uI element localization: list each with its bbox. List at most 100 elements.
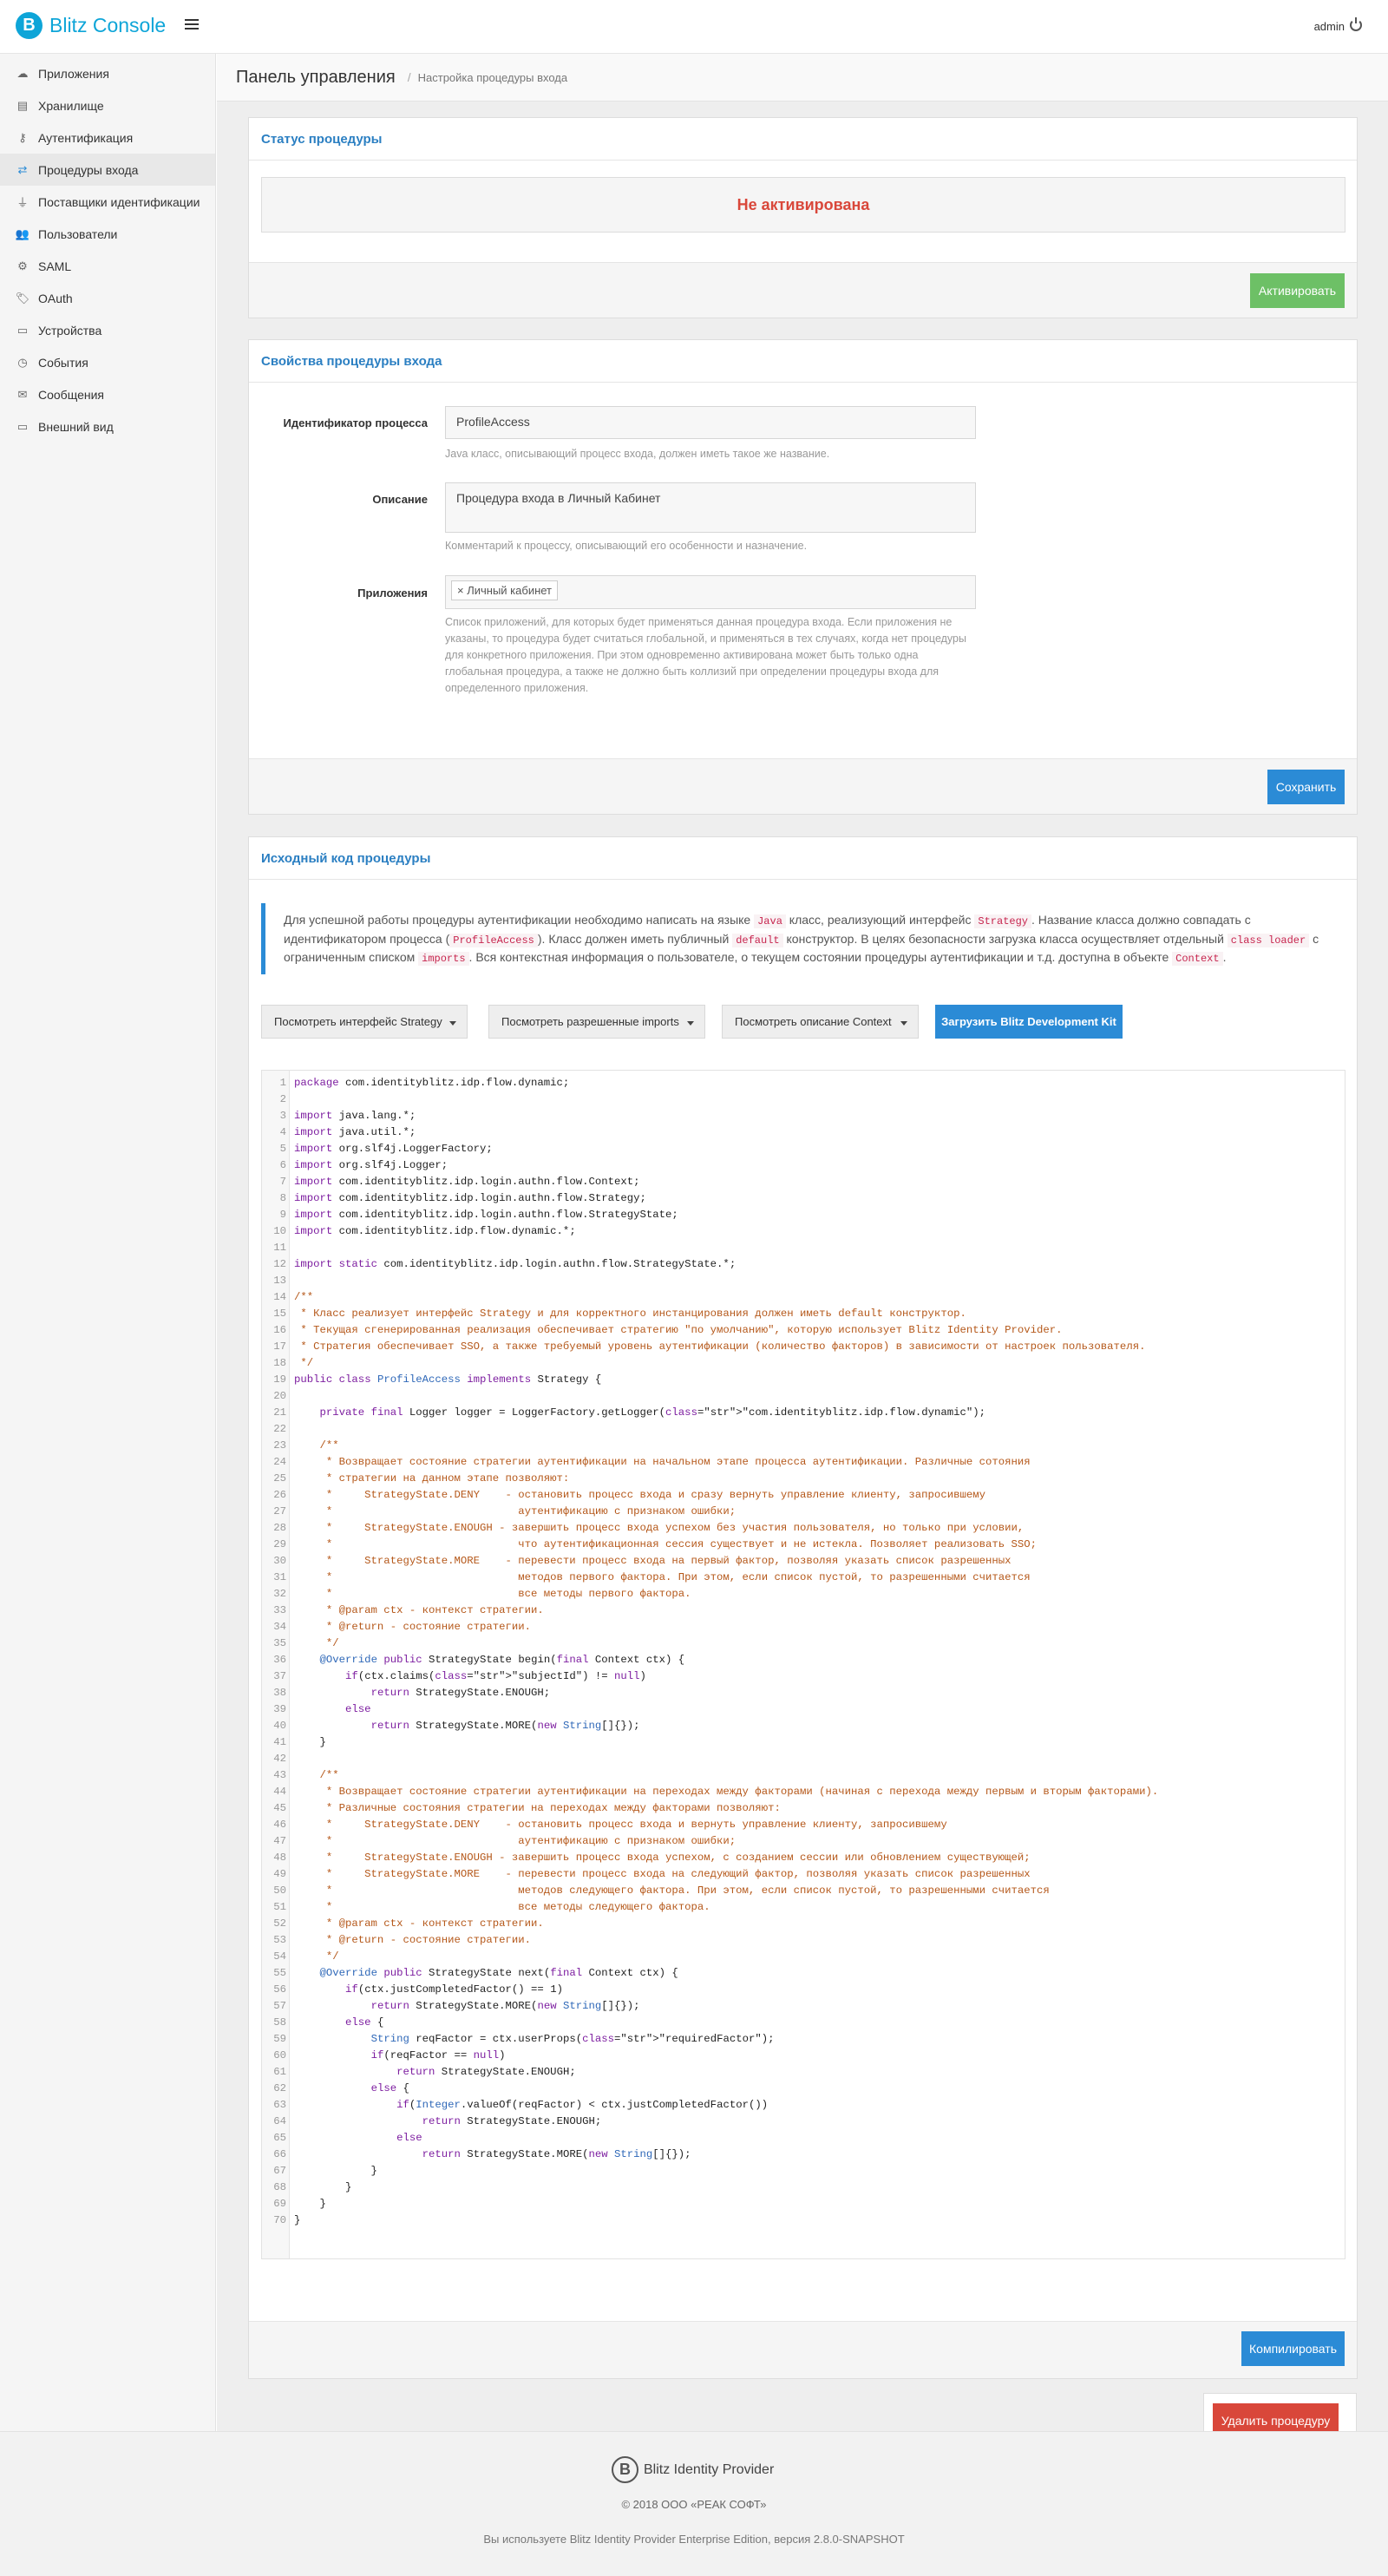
hamburger-menu-icon[interactable] (185, 19, 199, 29)
code-line[interactable]: 40 return StrategyState.MORE(new String[… (273, 1718, 1345, 1734)
code-line[interactable]: 62 else { (273, 2081, 1345, 2097)
sidebar-item[interactable]: ☁ Приложения (0, 57, 215, 89)
code-line[interactable]: 9 import com.identityblitz.idp.login.auth… (280, 1207, 1345, 1223)
code-line[interactable]: 19 public class ProfileAccess implements … (273, 1372, 1345, 1388)
code-line[interactable]: 60 if(reqFactor == null) (273, 2048, 1345, 2064)
code-line[interactable]: 55 @Override public StrategyState next(f… (273, 1965, 1345, 1982)
code-line[interactable]: 1 package com.identityblitz.idp.flow.dyna… (280, 1075, 1345, 1091)
code-line[interactable]: 63 if(Integer.valueOf(reqFactor) < ctx.j… (273, 2097, 1345, 2114)
save-button[interactable]: Сохранить (1267, 770, 1345, 804)
sidebar-item[interactable]: ✉ Сообщения (0, 378, 215, 410)
code-line[interactable]: 47 * аутентификацию с признаком ошибки; (273, 1833, 1345, 1850)
code-line[interactable]: 17 * Стратегия обеспечивает SSO, а также… (273, 1339, 1345, 1355)
code-line[interactable]: 2 (280, 1091, 1345, 1108)
code-line[interactable]: 21 private final Logger logger = LoggerF… (273, 1405, 1345, 1421)
code-line[interactable]: 8 import com.identityblitz.idp.login.auth… (280, 1190, 1345, 1207)
view-strategy-dropdown[interactable]: Посмотреть интерфейс Strategy (261, 1005, 468, 1039)
code-line[interactable]: 26 * StrategyState.DENY - остановить про… (273, 1487, 1345, 1504)
download-devkit-button[interactable]: Загрузить Blitz Development Kit (935, 1005, 1123, 1039)
code-line[interactable]: 67 } (273, 2163, 1345, 2179)
compile-button[interactable]: Компилировать (1241, 2331, 1345, 2366)
code-line[interactable]: 49 * StrategyState.MORE - перевести проц… (273, 1866, 1345, 1883)
code-line[interactable]: 32 * все методы первого фактора. (273, 1586, 1345, 1603)
sidebar-item[interactable]: ⚷ Аутентификация (0, 121, 215, 154)
code-line[interactable]: 31 * методов первого фактора. При этом, … (273, 1570, 1345, 1586)
code-line[interactable]: 46 * StrategyState.DENY - остановить про… (273, 1817, 1345, 1833)
app-logo[interactable]: B Blitz Console (16, 12, 166, 39)
user-name[interactable]: admin (1314, 20, 1345, 33)
code-line[interactable]: 59 String reqFactor = ctx.userProps(clas… (273, 2031, 1345, 2048)
code-line[interactable]: 45 * Различные состояния стратегии на пе… (273, 1800, 1345, 1817)
code-line[interactable]: 70} (273, 2212, 1345, 2229)
code-text[interactable]: 1 package com.identityblitz.idp.flow.dyna… (273, 1075, 1345, 2229)
application-tag[interactable]: × Личный кабинет (451, 580, 559, 600)
code-line[interactable]: 61 return StrategyState.ENOUGH; (273, 2064, 1345, 2081)
code-line[interactable]: 7 import com.identityblitz.idp.login.auth… (280, 1174, 1345, 1190)
code-line[interactable]: 50 * методов следующего фактора. При это… (273, 1883, 1345, 1899)
code-line[interactable]: 15 * Класс реализует интерфейс Strategy … (273, 1306, 1345, 1322)
sidebar-item[interactable]: ▭ Внешний вид (0, 410, 215, 442)
sidebar-item[interactable]: ▭ Устройства (0, 314, 215, 346)
code-line[interactable]: 5 import org.slf4j.LoggerFactory; (280, 1141, 1345, 1157)
code-line[interactable]: 35 */ (273, 1635, 1345, 1652)
code-line[interactable]: 27 * аутентификацию с признаком ошибки; (273, 1504, 1345, 1520)
process-id-field[interactable]: ProfileAccess (445, 406, 976, 439)
code-line[interactable]: 53 * @return - состояние стратегии. (273, 1932, 1345, 1949)
sidebar-item[interactable]: ⇄ Процедуры входа (0, 154, 215, 186)
code-line[interactable]: 41 } (273, 1734, 1345, 1751)
code-line[interactable]: 12 import static com.identityblitz.idp.lo… (273, 1256, 1345, 1273)
code-line[interactable]: 28 * StrategyState.ENOUGH - завершить пр… (273, 1520, 1345, 1537)
code-line[interactable]: 20 (273, 1388, 1345, 1405)
code-line[interactable]: 58 else { (273, 2015, 1345, 2031)
code-line[interactable]: 66 return StrategyState.MORE(new String[… (273, 2147, 1345, 2163)
view-context-dropdown[interactable]: Посмотреть описание Context (722, 1005, 919, 1039)
code-line[interactable]: 52 * @param ctx - контекст стратегии. (273, 1916, 1345, 1932)
code-line[interactable]: 6 import org.slf4j.Logger; (280, 1157, 1345, 1174)
code-line[interactable]: 25 * стратегии на данном этапе позволяют… (273, 1471, 1345, 1487)
code-line[interactable]: 54 */ (273, 1949, 1345, 1965)
code-line[interactable]: 39 else (273, 1701, 1345, 1718)
logout-power-icon[interactable] (1350, 17, 1362, 31)
code-line[interactable]: 4 import java.util.*; (280, 1124, 1345, 1141)
code-line[interactable]: 11 (273, 1240, 1345, 1256)
sidebar-item[interactable]: ⚙ SAML (0, 250, 215, 282)
code-line[interactable]: 34 * @return - состояние стратегии. (273, 1619, 1345, 1635)
code-line[interactable]: 22 (273, 1421, 1345, 1438)
sidebar-item[interactable]: 🏷 OAuth (0, 282, 215, 314)
sidebar-item[interactable]: ◷ События (0, 346, 215, 378)
code-line[interactable]: 23 /** (273, 1438, 1345, 1454)
code-line[interactable]: 68 } (273, 2179, 1345, 2196)
code-line[interactable]: 56 if(ctx.justCompletedFactor() == 1) (273, 1982, 1345, 1998)
description-textarea[interactable]: Процедура входа в Личный Кабинет (445, 482, 976, 533)
code-line[interactable]: 36 @Override public StrategyState begin(… (273, 1652, 1345, 1668)
code-line[interactable]: 51 * все методы следующего фактора. (273, 1899, 1345, 1916)
code-line[interactable]: 14 /** (273, 1289, 1345, 1306)
code-line[interactable]: 65 else (273, 2130, 1345, 2147)
applications-select[interactable]: × Личный кабинет (445, 575, 976, 609)
code-editor[interactable]: 1 package com.identityblitz.idp.flow.dyna… (261, 1070, 1345, 2259)
sidebar-item[interactable]: ⏚ Поставщики идентификации (0, 186, 215, 218)
code-line[interactable]: 57 return StrategyState.MORE(new String[… (273, 1998, 1345, 2015)
sidebar-item[interactable]: ▤ Хранилище (0, 89, 215, 121)
code-line[interactable]: 42 (273, 1751, 1345, 1767)
code-line[interactable]: 48 * StrategyState.ENOUGH - завершить пр… (273, 1850, 1345, 1866)
code-line[interactable]: 38 return StrategyState.ENOUGH; (273, 1685, 1345, 1701)
code-line[interactable]: 69 } (273, 2196, 1345, 2212)
page-title[interactable]: Панель управления (236, 68, 396, 88)
code-line[interactable]: 18 */ (273, 1355, 1345, 1372)
code-line[interactable]: 16 * Текущая сгенерированная реализация … (273, 1322, 1345, 1339)
code-line[interactable]: 24 * Возвращает состояние стратегии ауте… (273, 1454, 1345, 1471)
code-line[interactable]: 13 (273, 1273, 1345, 1289)
code-line[interactable]: 43 /** (273, 1767, 1345, 1784)
code-line[interactable]: 37 if(ctx.claims(class="str">"subjectId"… (273, 1668, 1345, 1685)
code-line[interactable]: 64 return StrategyState.ENOUGH; (273, 2114, 1345, 2130)
sidebar-item[interactable]: 👥 Пользователи (0, 218, 215, 250)
code-line[interactable]: 44 * Возвращает состояние стратегии ауте… (273, 1784, 1345, 1800)
code-line[interactable]: 30 * StrategyState.MORE - перевести проц… (273, 1553, 1345, 1570)
activate-button[interactable]: Активировать (1250, 273, 1345, 308)
code-line[interactable]: 3 import java.lang.*; (280, 1108, 1345, 1124)
code-line[interactable]: 33 * @param ctx - контекст стратегии. (273, 1603, 1345, 1619)
code-line[interactable]: 10 import com.identityblitz.idp.flow.dyna… (273, 1223, 1345, 1240)
code-line[interactable]: 29 * что аутентификационная сессия сущес… (273, 1537, 1345, 1553)
view-imports-dropdown[interactable]: Посмотреть разрешенные imports (488, 1005, 705, 1039)
